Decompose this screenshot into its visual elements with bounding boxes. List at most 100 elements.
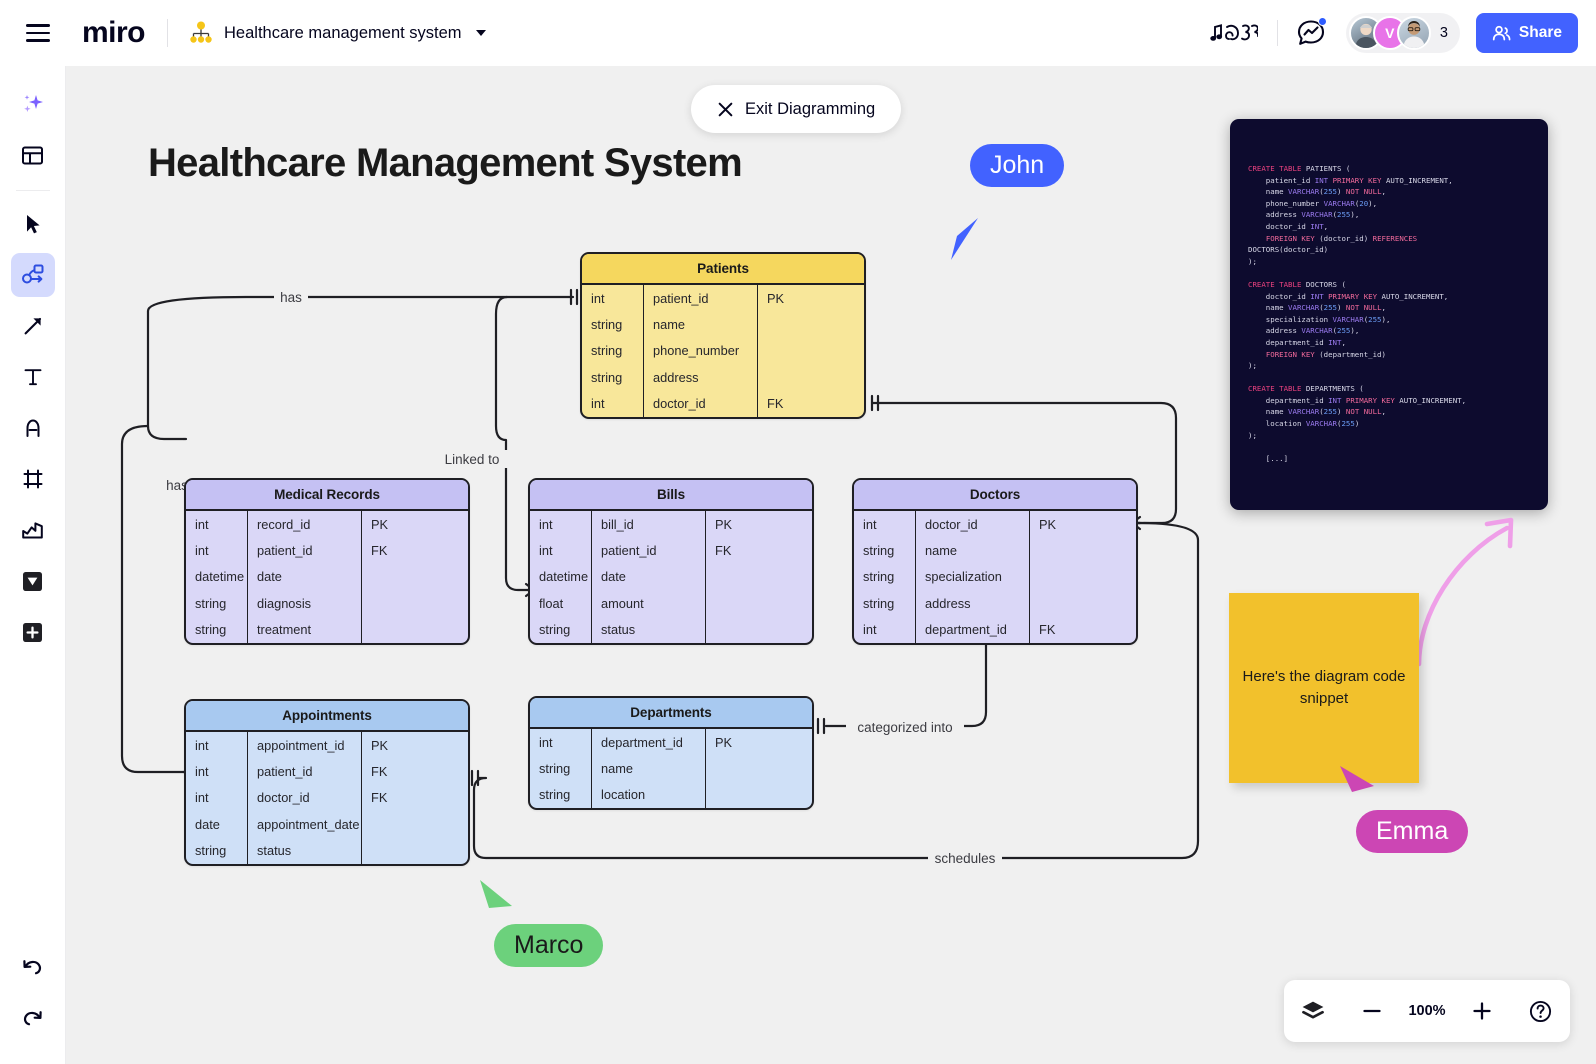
er-table-bills[interactable]: Bills int int datetime float string bill… (528, 478, 814, 645)
er-cell-key: PK (715, 516, 733, 532)
er-cell-name: diagnosis (257, 595, 312, 611)
er-cell-type: string (539, 622, 571, 638)
er-table-doctors[interactable]: Doctors int string string string int doc… (852, 478, 1138, 645)
board-canvas[interactable]: Exit Diagramming Healthcare Management S… (66, 66, 1596, 1064)
er-cell-name: appointment_date (257, 816, 360, 832)
sticky-note[interactable]: Here's the diagram code snippet (1229, 593, 1419, 783)
more-plus-icon[interactable] (11, 610, 55, 654)
exit-diagramming-button[interactable]: Exit Diagramming (691, 85, 902, 133)
er-cell-name: location (601, 787, 646, 803)
chat-bubble-icon[interactable] (1294, 16, 1328, 50)
er-cell-key (706, 564, 812, 590)
er-cell-type: int (863, 622, 877, 638)
er-cell-type: int (539, 543, 553, 559)
er-table-departments[interactable]: Departments int string string department… (528, 696, 814, 811)
er-cell-name: date (601, 569, 626, 585)
er-table-appointments[interactable]: Appointments int int int date string app… (184, 699, 470, 866)
er-table-medical-records[interactable]: Medical Records int int datetime string … (184, 478, 470, 645)
people-icon (1492, 25, 1511, 40)
er-cell-name: amount (601, 595, 644, 611)
er-cell-name: doctor_id (257, 790, 310, 806)
er-cell-name: doctor_id (925, 516, 978, 532)
redo-icon[interactable] (11, 995, 55, 1039)
exit-diagramming-label: Exit Diagramming (745, 99, 876, 118)
undo-icon[interactable] (11, 944, 55, 988)
close-x-icon (718, 102, 733, 116)
board-title-dropdown[interactable]: Healthcare management system (188, 20, 486, 46)
er-cell-key: PK (715, 734, 733, 750)
music-notes-icon[interactable] (1207, 18, 1261, 48)
hamburger-menu-icon[interactable] (18, 13, 58, 53)
er-cell-key (706, 590, 812, 616)
er-cell-name: doctor_id (653, 396, 706, 412)
help-button[interactable] (1519, 989, 1563, 1033)
edge-label: Linked to (445, 452, 500, 467)
er-table-title: Doctors (854, 480, 1136, 511)
er-cell-name: address (653, 369, 699, 385)
er-cell-key (706, 617, 812, 643)
er-cell-name: department_id (925, 622, 1007, 638)
er-cell-type: string (863, 595, 895, 611)
er-table-title: Patients (582, 254, 864, 285)
apps-icon[interactable] (11, 559, 55, 603)
er-cell-name: address (925, 595, 971, 611)
divider (1276, 20, 1278, 46)
diagramming-icon[interactable] (10, 253, 55, 297)
collaborator-avatars[interactable]: V 3 (1345, 13, 1460, 53)
frame-icon[interactable] (11, 457, 55, 501)
board-title: Healthcare management system (224, 23, 462, 42)
left-toolbar (0, 66, 66, 1064)
er-cell-key (758, 311, 864, 337)
er-cell-name: specialization (925, 569, 1002, 585)
templates-icon[interactable] (11, 133, 55, 177)
history-tools (11, 944, 55, 1064)
edge-label: categorized into (857, 720, 952, 735)
er-cell-type: int (591, 396, 605, 412)
miro-logo[interactable]: miro (82, 16, 146, 50)
avatar (1396, 16, 1431, 50)
er-cell-key (758, 364, 864, 390)
er-cell-name: patient_id (653, 290, 709, 306)
zoom-in-button[interactable] (1460, 989, 1504, 1033)
er-cell-key (362, 838, 468, 864)
er-cell-type: date (195, 816, 220, 832)
er-cell-key (1030, 564, 1136, 590)
sticky-note-text: Here's the diagram code snippet (1242, 668, 1406, 707)
er-table-title: Medical Records (186, 480, 468, 511)
cursor-label-marco: Marco (494, 924, 604, 967)
share-button[interactable]: Share (1475, 13, 1578, 53)
er-cell-type: int (195, 737, 209, 753)
ai-sparkle-icon[interactable] (11, 82, 55, 126)
er-cell-type: int (195, 543, 209, 559)
er-table-patients[interactable]: Patients int string string string int pa… (580, 252, 866, 419)
er-cell-name: bill_id (601, 516, 634, 532)
arrow-connector-icon[interactable] (11, 304, 55, 348)
text-icon[interactable] (11, 355, 55, 399)
er-cell-type: int (195, 764, 209, 780)
pen-icon[interactable] (11, 406, 55, 450)
chevron-down-icon (475, 30, 486, 36)
zoom-out-button[interactable] (1350, 989, 1394, 1033)
cursor-pointer-icon (951, 218, 978, 260)
er-cell-type: string (539, 761, 571, 777)
divider (15, 190, 50, 191)
upload-icon[interactable] (11, 508, 55, 552)
er-cell-key (1030, 590, 1136, 616)
share-label: Share (1518, 24, 1562, 41)
layers-icon[interactable] (1291, 989, 1335, 1033)
er-cell-name: treatment (257, 622, 312, 638)
er-cell-type: int (591, 290, 605, 306)
er-cell-key (362, 590, 468, 616)
er-cell-name: patient_id (257, 543, 313, 559)
notification-badge (1317, 17, 1327, 26)
code-snippet-text: CREATE TABLE PATIENTS ( patient_id INT P… (1248, 164, 1467, 463)
er-cell-type: string (539, 787, 571, 803)
er-cell-key (1030, 537, 1136, 563)
code-snippet-panel[interactable]: CREATE TABLE PATIENTS ( patient_id INT P… (1230, 119, 1548, 510)
er-cell-type: string (591, 317, 623, 333)
cursor-label-john: John (970, 144, 1065, 187)
er-cell-key (362, 564, 468, 590)
select-cursor-icon[interactable] (11, 202, 55, 246)
zoom-level[interactable]: 100% (1408, 1003, 1445, 1019)
er-cell-key: PK (767, 290, 785, 306)
